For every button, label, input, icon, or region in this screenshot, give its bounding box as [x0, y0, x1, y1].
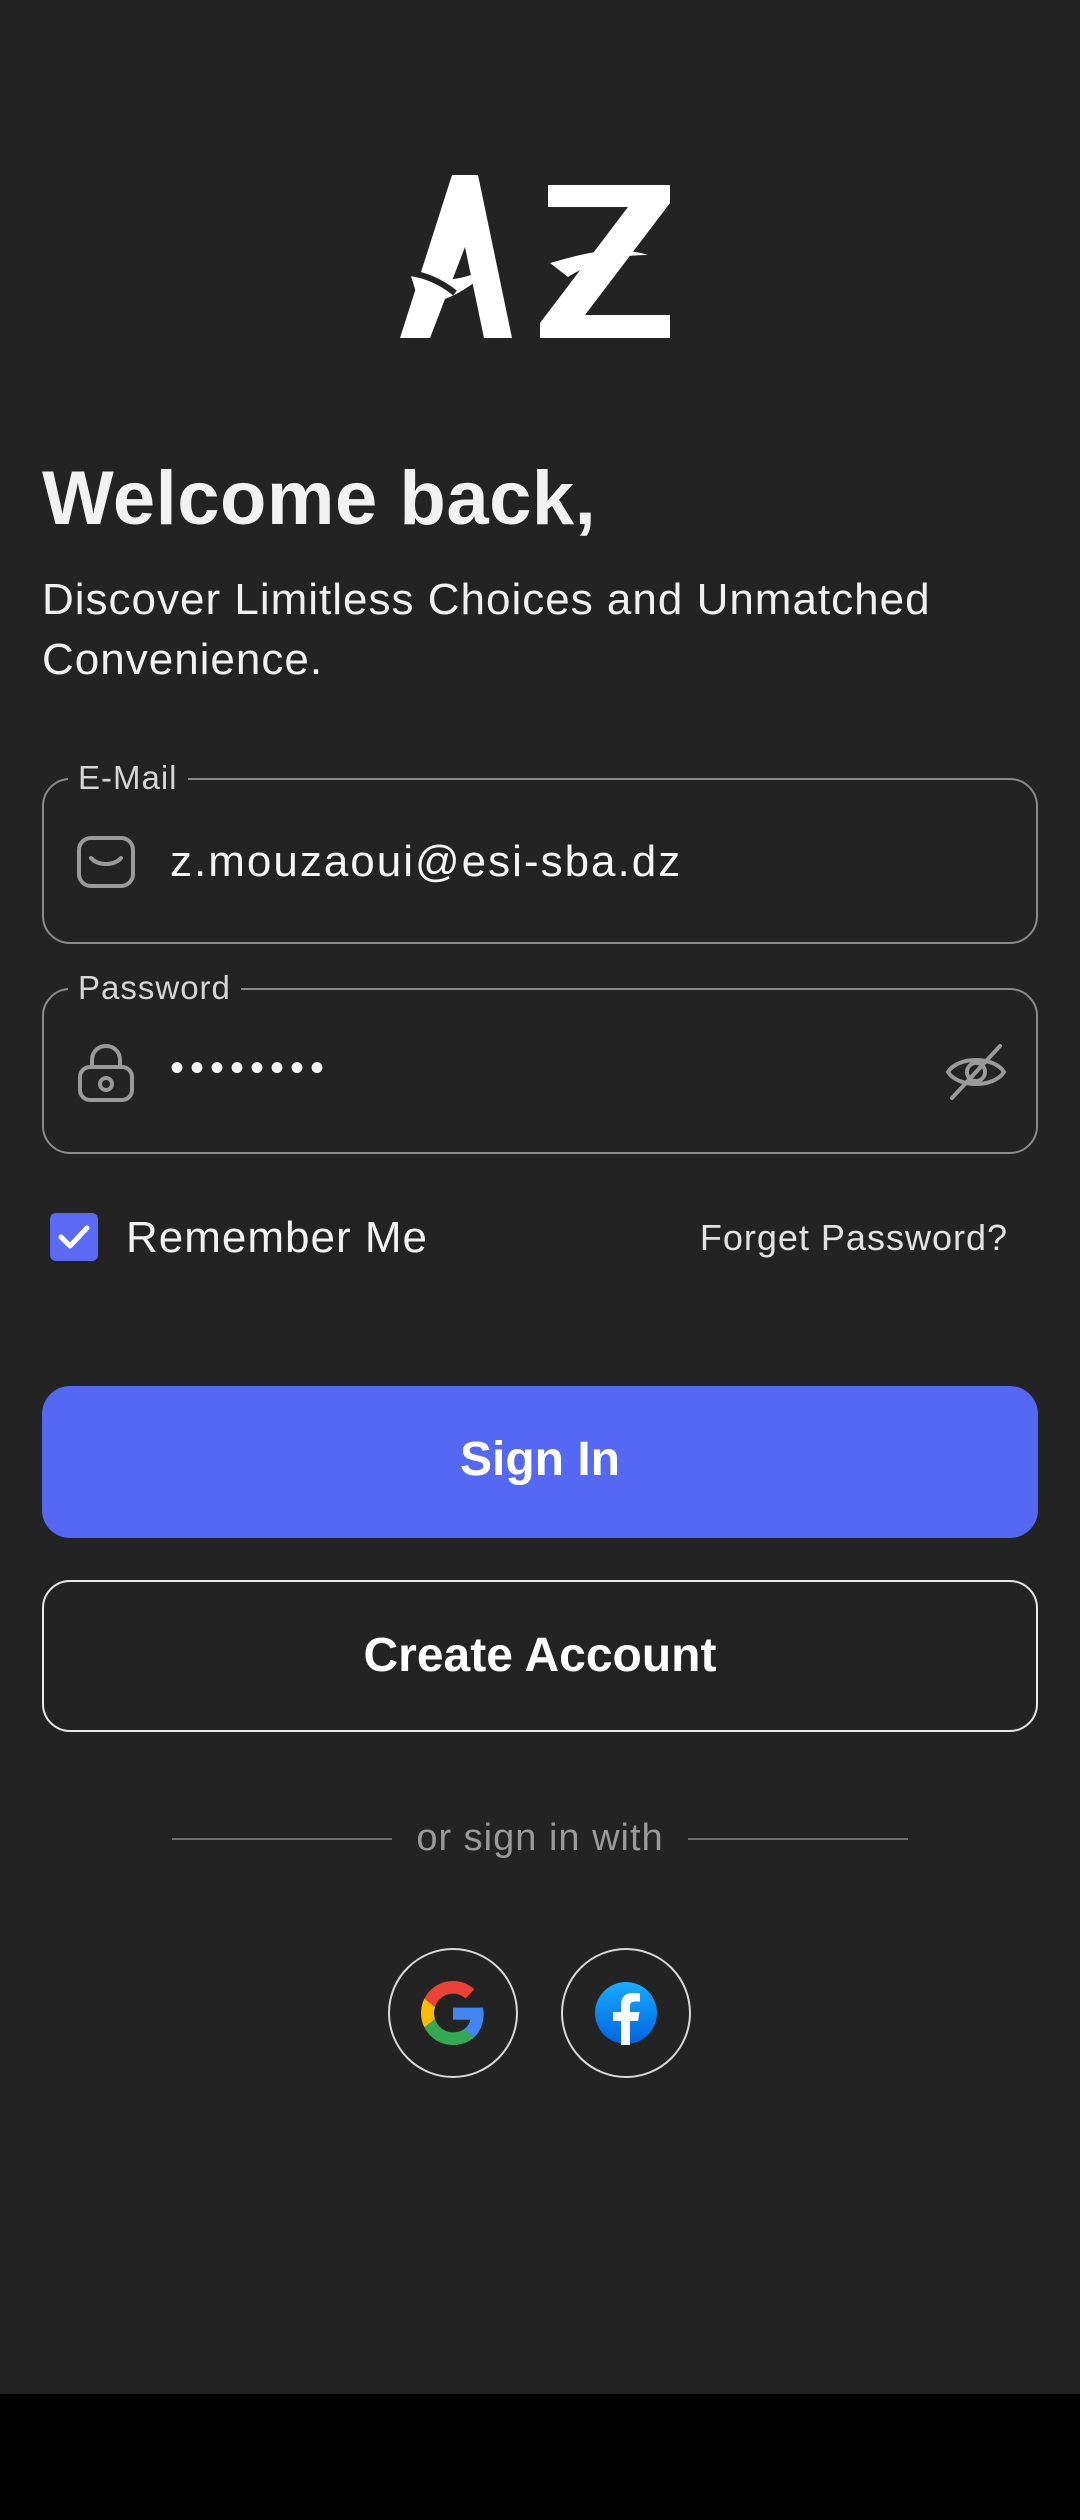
remember-me-checkbox[interactable] — [50, 1213, 98, 1261]
email-value[interactable]: z.mouzaoui@esi-sba.dz — [170, 832, 682, 892]
page-title: Welcome back, — [42, 456, 597, 541]
az-logo — [400, 175, 670, 338]
create-account-button[interactable]: Create Account — [42, 1580, 1038, 1732]
email-label: E-Mail — [68, 756, 188, 800]
eye-off-icon[interactable] — [944, 1040, 1008, 1104]
email-field[interactable]: E-Mail z.mouzaoui@esi-sba.dz — [42, 756, 1038, 944]
system-nav-bar — [0, 2394, 1080, 2520]
divider-text: or sign in with — [400, 1817, 680, 1859]
sign-in-button[interactable]: Sign In — [42, 1386, 1038, 1538]
password-value[interactable]: •••••••• — [170, 1038, 330, 1098]
facebook-sign-in-button[interactable] — [561, 1948, 691, 2078]
mail-icon — [77, 836, 135, 888]
remember-me-label[interactable]: Remember Me — [126, 1208, 428, 1268]
forgot-password-link[interactable]: Forget Password? — [700, 1212, 1008, 1264]
google-icon — [421, 1981, 484, 2045]
facebook-icon — [595, 1982, 657, 2045]
social-divider: or sign in with — [172, 1817, 908, 1859]
google-sign-in-button[interactable] — [388, 1948, 518, 2078]
page-subtitle: Discover Limitless Choices and Unmatched… — [42, 575, 931, 684]
password-field[interactable]: Password •••••••• — [42, 966, 1038, 1154]
login-screen: Welcome back, Discover Limitless Choices… — [0, 0, 1080, 2394]
lock-icon — [78, 1043, 134, 1102]
remember-row: Remember Me Forget Password? — [42, 1208, 1038, 1268]
check-icon — [58, 1225, 90, 1249]
password-label: Password — [68, 966, 241, 1010]
